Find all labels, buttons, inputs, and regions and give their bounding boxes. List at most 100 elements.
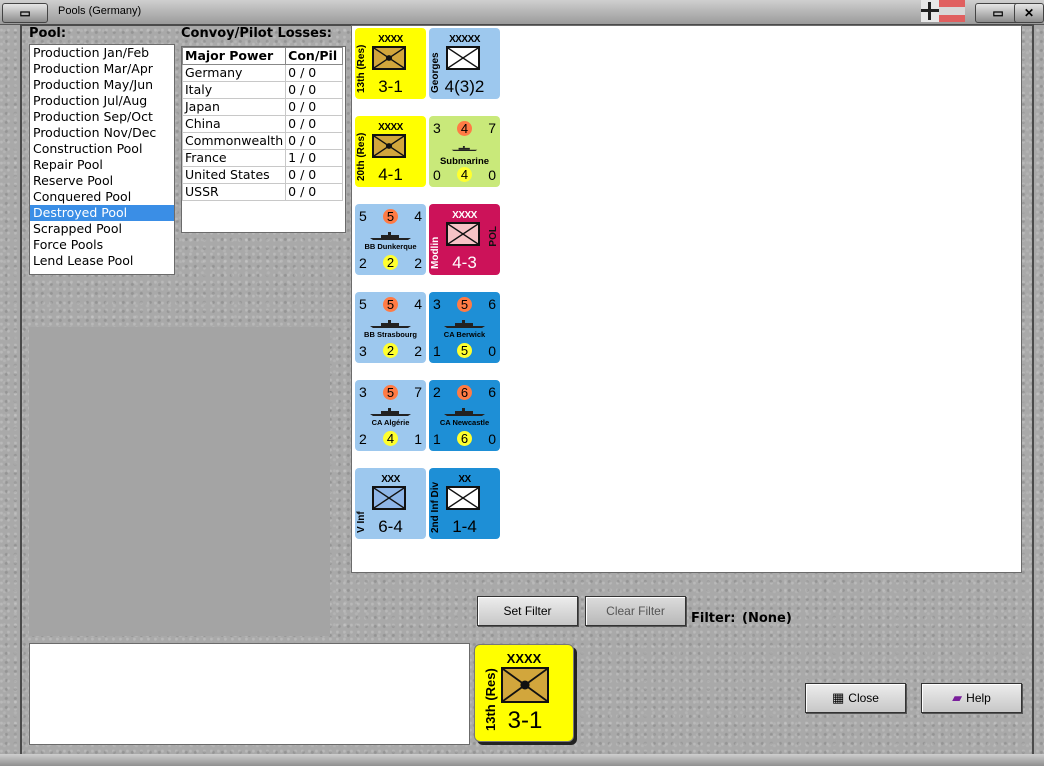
counter-ship-name: CA Algérie (371, 418, 410, 427)
pool-list-item[interactable]: Production Nov/Dec (30, 125, 174, 141)
counter-bottom-right-value: 0 (488, 167, 496, 183)
losses-cell: 0 / 0 (285, 98, 344, 116)
losses-row: Italy 0 / 0 (182, 81, 344, 99)
ship-silhouette-icon (451, 146, 478, 151)
pool-list-item[interactable]: Production Mar/Apr (30, 61, 174, 77)
pool-list-item[interactable]: Construction Pool (30, 141, 174, 157)
counter-ship-name: BB Dunkerque (364, 242, 417, 251)
counter-strength: 4-3 (452, 253, 477, 272)
counter-top-right-value: 7 (488, 120, 496, 136)
counter-top-left-value: 5 (359, 208, 367, 224)
counter-bottom-left-value: 1 (433, 343, 441, 359)
counter-top-left-value: 5 (359, 296, 367, 312)
counter-top-center-value: 6 (457, 385, 472, 400)
counter-bottom-center-value: 5 (457, 343, 472, 358)
close-icon: ✕ (1023, 6, 1035, 20)
counter-ship-name: CA Berwick (443, 330, 486, 339)
unit-counter[interactable]: Modlin XXXX 4-3 POL (429, 204, 500, 275)
unit-counter[interactable]: 3 4 7 Submarine 0 4 0 (429, 116, 500, 187)
losses-column-header[interactable]: Con/Pil (285, 47, 344, 65)
losses-cell: 0 / 0 (285, 81, 344, 99)
unit-counter[interactable]: 2nd Inf Div XX 1-4 (429, 468, 500, 539)
set-filter-button[interactable]: Set Filter (477, 596, 578, 626)
unit-counter[interactable]: 5 5 4 BB Strasbourg 3 2 2 (355, 292, 426, 363)
counter-bottom-right-value: 0 (488, 343, 496, 359)
counter-bottom-right-value: 1 (414, 431, 422, 447)
counter-display-area[interactable]: 13th (Res) XXXX 3-1 Georges XXXXX 4(3)2 20th (… (351, 25, 1022, 573)
status-bar (0, 754, 1044, 766)
pool-list-item[interactable]: Production May/Jun (30, 77, 174, 93)
germany-flag-icon (921, 0, 965, 22)
unit-symbol-icon (446, 46, 480, 70)
losses-row: United States 0 / 0 (182, 166, 344, 184)
counter-bottom-center-value: 4 (383, 431, 398, 446)
counter-echelon: XXXX (378, 122, 403, 133)
unit-symbol-icon (446, 486, 480, 510)
counter-nation-label: POL (488, 226, 499, 247)
info-text-box (29, 643, 470, 745)
unit-counter[interactable]: Georges XXXXX 4(3)2 (429, 28, 500, 99)
counter-bottom-center-value: 2 (383, 343, 398, 358)
selected-unit-echelon: XXXX (506, 651, 542, 666)
unit-details-panel (29, 327, 330, 636)
pool-list-item[interactable]: Reserve Pool (30, 173, 174, 189)
losses-label: Convoy/Pilot Losses: (181, 26, 332, 41)
counter-top-right-value: 6 (488, 296, 496, 312)
losses-row: France 1 / 0 (182, 149, 344, 167)
counter-ship-name: BB Strasbourg (364, 330, 417, 339)
counter-top-right-value: 4 (414, 208, 422, 224)
unit-counter[interactable]: 3 5 6 CA Berwick 1 5 0 (429, 292, 500, 363)
filter-label: Filter: (691, 611, 736, 626)
unit-symbol-icon (372, 486, 406, 510)
unit-counter[interactable]: 3 5 7 CA Algérie 2 4 1 (355, 380, 426, 451)
counter-strength: 6-4 (378, 517, 403, 536)
pool-list-item[interactable]: Production Sep/Oct (30, 109, 174, 125)
unit-counter[interactable]: V Inf XXX 6-4 (355, 468, 426, 539)
pool-list-item[interactable]: Repair Pool (30, 157, 174, 173)
counter-echelon: XXXXX (449, 34, 480, 45)
pool-list-item[interactable]: Production Jan/Feb (30, 45, 174, 61)
selected-unit-name: 13th (Res) (483, 668, 498, 731)
pool-list-item[interactable]: Force Pools (30, 237, 174, 253)
counter-top-right-value: 6 (488, 384, 496, 400)
close-window-button[interactable]: ✕ (1014, 3, 1044, 23)
system-menu-button[interactable]: ▭ (2, 3, 48, 23)
pool-list-item[interactable]: Production Jul/Aug (30, 93, 174, 109)
losses-cell: Italy (182, 81, 287, 99)
unit-counter[interactable]: 13th (Res) XXXX 3-1 (355, 28, 426, 99)
help-button[interactable]: ▰ Help (921, 683, 1022, 713)
counter-strength: 4(3)2 (444, 77, 485, 96)
clear-filter-button[interactable]: Clear Filter (585, 596, 686, 626)
unit-counter[interactable]: 20th (Res) XXXX 4-1 (355, 116, 426, 187)
pool-list-item[interactable]: Lend Lease Pool (30, 253, 174, 269)
window-icon: ▭ (19, 6, 31, 20)
unit-symbol-icon (446, 222, 480, 246)
counter-echelon: XXX (381, 474, 400, 485)
counter-top-center-value: 4 (457, 121, 472, 136)
close-button[interactable]: ▦ Close (805, 683, 906, 713)
pool-list-item[interactable]: Conquered Pool (30, 189, 174, 205)
losses-row: Commonwealth 0 / 0 (182, 132, 344, 150)
losses-table: Major Power Con/Pil Germany 0 / 0 Italy 0 / 0… (181, 46, 346, 233)
counter-ship-name: CA Newcastle (439, 418, 490, 427)
losses-cell: Japan (182, 98, 287, 116)
selected-unit-counter: 13th (Res) XXXX 3-1 (474, 644, 574, 742)
losses-cell: China (182, 115, 287, 133)
pool-list-item[interactable]: Destroyed Pool (30, 205, 174, 221)
help-book-icon: ▰ (952, 690, 963, 705)
pool-list[interactable]: Production Jan/Feb Production Mar/Apr Prod… (29, 44, 175, 275)
counter-bottom-left-value: 2 (359, 431, 367, 447)
counter-bottom-left-value: 1 (433, 431, 441, 447)
counter-bottom-center-value: 6 (457, 431, 472, 446)
close-button-icon: ▦ (832, 690, 845, 705)
counter-echelon: XX (458, 474, 471, 485)
counter-bottom-right-value: 0 (488, 431, 496, 447)
pool-list-item[interactable]: Scrapped Pool (30, 221, 174, 237)
losses-cell: 0 / 0 (285, 115, 344, 133)
losses-column-header[interactable]: Major Power (182, 47, 287, 65)
counter-bottom-right-value: 2 (414, 343, 422, 359)
unit-counter[interactable]: 5 5 4 BB Dunkerque 2 2 2 (355, 204, 426, 275)
counter-top-left-value: 3 (433, 120, 441, 136)
counter-top-center-value: 5 (457, 297, 472, 312)
unit-counter[interactable]: 2 6 6 CA Newcastle 1 6 0 (429, 380, 500, 451)
